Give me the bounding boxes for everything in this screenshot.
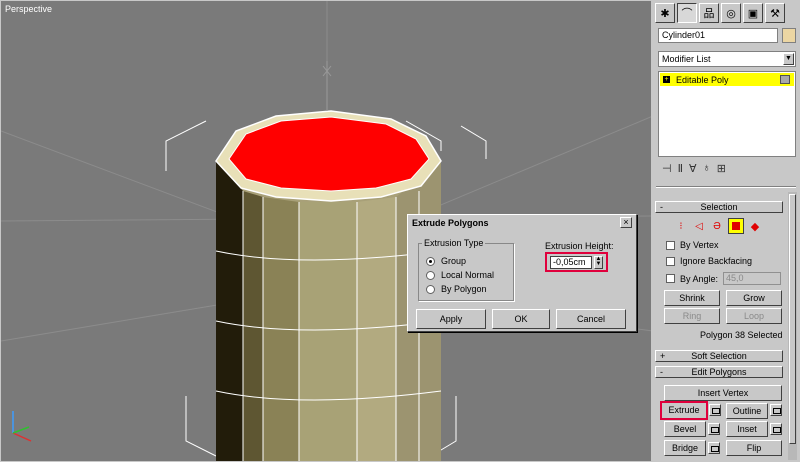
make-unique-icon[interactable]: ∀ [689,162,697,175]
loop-button[interactable]: Loop [726,308,782,324]
ring-button[interactable]: Ring [664,308,720,324]
outline-button[interactable]: Outline [726,403,768,419]
radio-button[interactable] [426,270,435,280]
viewport-label[interactable]: Perspective [5,4,52,14]
extrusion-height-highlight: -0,05cm ▲ ▼ [545,252,608,272]
spinner-icon[interactable]: ▲ ▼ [594,256,603,269]
modifier-list-dropdown[interactable]: Modifier List ▼ [658,51,796,67]
remove-modifier-icon[interactable]: ♁ [703,162,711,175]
configure-sets-icon[interactable]: ⊞ [717,162,726,175]
extrusion-height-label: Extrusion Height: [545,241,614,251]
radio-local-normal[interactable]: Local Normal [426,270,494,280]
inset-button[interactable]: Inset [726,421,768,437]
radio-button[interactable] [426,256,435,266]
motion-tab-icon[interactable]: ◎ [721,3,741,23]
chevron-down-icon[interactable]: ▼ [783,53,794,65]
transform-gizmo [322,61,332,111]
vertex-icon[interactable]: ⁝ [674,221,688,232]
edge-icon[interactable]: ◁ [692,221,706,232]
outline-settings-icon[interactable] [770,404,782,416]
radio-group[interactable]: Group [426,256,466,266]
checkbox-label: Ignore Backfacing [680,256,753,266]
rollout-selection[interactable]: - Selection [655,201,783,213]
extrude-settings-icon[interactable] [709,404,721,416]
pin-stack-icon[interactable]: ⊣ [662,162,672,175]
checkbox[interactable] [666,240,675,250]
command-panel-tabs: ✱ ⌒ 品 ◎ ▣ ⚒ [655,3,785,23]
expand-icon: + [660,351,666,361]
object-name-field[interactable]: Cylinder01 [658,28,778,43]
utilities-tab-icon[interactable]: ⚒ [765,3,785,23]
divider [656,186,796,188]
rollout-title: Selection [700,202,738,212]
object-color-swatch[interactable] [782,28,796,43]
bevel-settings-icon[interactable] [708,423,720,435]
bevel-button[interactable]: Bevel [664,421,706,437]
modifier-list-label: Modifier List [662,54,711,64]
stack-tools: ⊣ Ⅱ ∀ ♁ ⊞ [662,162,726,175]
border-icon[interactable]: Ə [710,221,724,232]
collapse-icon: - [660,367,663,377]
hierarchy-tab-icon[interactable]: 品 [699,3,719,23]
scrollbar-thumb[interactable] [789,194,796,444]
display-tab-icon[interactable]: ▣ [743,3,763,23]
shrink-button[interactable]: Shrink [664,290,720,306]
checkbox[interactable] [666,256,675,266]
selection-level-icons: ⁝ ◁ Ə ◆ [674,218,762,234]
by-angle-input[interactable]: 45,0 [723,272,782,285]
rollout-soft-selection[interactable]: + Soft Selection [655,350,783,362]
modifier-stack: + Editable Poly [658,71,796,157]
inset-settings-icon[interactable] [770,423,782,435]
extrude-polygons-dialog: Extrude Polygons × Extrusion Type Group … [407,214,637,332]
radio-button[interactable] [426,284,435,294]
selection-status: Polygon 38 Selected [700,330,783,340]
by-angle-checkbox[interactable]: By Angle: 45,0 [666,272,782,285]
create-tab-icon[interactable]: ✱ [655,3,675,23]
radio-label: By Polygon [441,284,487,294]
rollout-title: Soft Selection [691,351,747,361]
extrude-button[interactable]: Extrude [660,401,708,420]
dialog-title: Extrude Polygons [412,218,489,228]
checkbox-label: By Angle: [680,273,719,284]
ignore-backfacing-checkbox[interactable]: Ignore Backfacing [666,256,752,266]
radio-by-polygon[interactable]: By Polygon [426,284,487,294]
insert-vertex-button[interactable]: Insert Vertex [664,385,782,401]
rollout-title: Edit Polygons [691,367,747,377]
polygon-icon[interactable] [728,218,744,234]
stack-item-swatch [780,75,790,84]
bridge-settings-icon[interactable] [708,442,720,454]
show-end-result-icon[interactable]: Ⅱ [678,162,683,175]
flip-button[interactable]: Flip [726,440,782,456]
extrusion-type-legend: Extrusion Type [422,238,486,248]
close-icon[interactable]: × [620,217,632,228]
panel-scrollbar[interactable] [788,192,797,460]
by-vertex-checkbox[interactable]: By Vertex [666,240,719,250]
modify-tab-icon[interactable]: ⌒ [677,3,697,23]
stack-item-label: Editable Poly [676,74,729,85]
element-icon[interactable]: ◆ [748,220,762,233]
apply-button[interactable]: Apply [416,309,486,329]
radio-label: Group [441,256,467,266]
rollout-edit-polygons[interactable]: - Edit Polygons [655,366,783,378]
bridge-button[interactable]: Bridge [664,440,706,456]
expand-icon[interactable]: + [663,76,670,83]
stack-item-editable-poly[interactable]: + Editable Poly [660,73,794,86]
axis-tripod [12,411,32,442]
extrusion-height-input[interactable]: -0,05cm [550,256,592,269]
radio-label: Local Normal [441,270,495,280]
checkbox-label: By Vertex [680,240,719,250]
collapse-icon: - [660,202,663,212]
checkbox[interactable] [666,274,675,283]
cancel-button[interactable]: Cancel [556,309,626,329]
grow-button[interactable]: Grow [726,290,782,306]
ok-button[interactable]: OK [492,309,550,329]
